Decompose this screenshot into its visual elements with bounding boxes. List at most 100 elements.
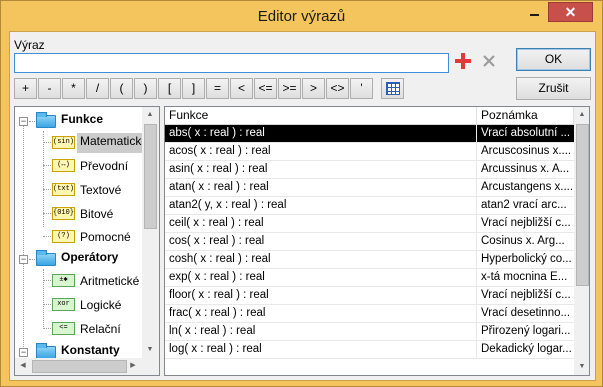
cancel-button[interactable]: Zrušit xyxy=(516,77,591,100)
collapse-toggle[interactable]: − xyxy=(19,255,28,264)
tree-item-logicke[interactable]: Logické xyxy=(80,298,121,318)
operator-button-lparen[interactable]: ( xyxy=(110,78,133,99)
scroll-down-icon[interactable]: ▼ xyxy=(574,359,589,375)
helper-function-icon: (?) xyxy=(52,230,75,243)
column-header-funkce[interactable]: Funkce xyxy=(165,107,477,125)
close-button[interactable]: ✕ xyxy=(548,2,593,22)
operator-button-less-equal[interactable]: <= xyxy=(254,78,277,99)
tree-vertical-scrollbar[interactable]: ▲ ▼ xyxy=(142,107,159,358)
operator-button-rbracket[interactable]: ] xyxy=(182,78,205,99)
scroll-thumb[interactable] xyxy=(32,360,127,373)
function-cell: abs( x : real ) : real xyxy=(165,125,477,143)
table-row[interactable]: frac( x : real ) : real Vrací desetinno.… xyxy=(165,305,574,323)
operator-button-equals[interactable]: = xyxy=(206,78,229,99)
note-cell: Arcustangens x.... xyxy=(481,181,574,193)
grid-icon xyxy=(386,82,400,95)
table-row[interactable]: atan( x : real ) : real Arcustangens x..… xyxy=(165,179,574,197)
tree-horizontal-scrollbar[interactable]: ◀ ▶ xyxy=(15,358,159,375)
note-cell: Arcuscosinus x.... xyxy=(481,145,572,157)
tree-item-matematicke[interactable]: Matematické xyxy=(77,133,152,153)
tree-item-aritmeticke[interactable]: Aritmetické xyxy=(80,274,139,294)
table-row[interactable]: exp( x : real ) : real x-tá mocnina E... xyxy=(165,269,574,287)
function-cell: cos( x : real ) : real xyxy=(165,233,477,251)
operator-button-divide[interactable]: / xyxy=(86,78,109,99)
scroll-left-icon[interactable]: ◀ xyxy=(15,358,31,374)
operator-button-plus[interactable]: + xyxy=(14,78,37,99)
column-header-poznamka[interactable]: Poznámka xyxy=(477,107,574,125)
function-cell: atan2( y, x : real ) : real xyxy=(165,197,477,215)
operator-button-less[interactable]: < xyxy=(230,78,253,99)
text-function-icon: (txt) xyxy=(52,183,75,196)
expression-label: Výraz xyxy=(14,38,45,52)
math-function-icon: (sin) xyxy=(52,136,75,149)
scroll-thumb[interactable] xyxy=(144,124,157,229)
table-vertical-scrollbar[interactable]: ▲ ▼ xyxy=(574,107,589,375)
table-view-button[interactable] xyxy=(381,78,404,99)
minimize-button[interactable] xyxy=(521,2,547,22)
operator-button-quote[interactable]: ' xyxy=(350,78,373,99)
operator-button-greater[interactable]: > xyxy=(302,78,325,99)
tree-category-operatory[interactable]: Operátory xyxy=(61,250,118,270)
function-cell: acos( x : real ) : real xyxy=(165,143,477,161)
function-cell: frac( x : real ) : real xyxy=(165,305,477,323)
note-cell: x-tá mocnina E... xyxy=(481,271,568,283)
table-row[interactable]: log( x : real ) : real Dekadický logar..… xyxy=(165,341,574,359)
note-cell: atan2 vrací arc... xyxy=(481,199,567,211)
note-cell: Vrací desetinno... xyxy=(481,307,571,319)
table-row[interactable]: cos( x : real ) : real Cosinus x. Arg... xyxy=(165,233,574,251)
table-row[interactable]: asin( x : real ) : real Arcussinus x. A.… xyxy=(165,161,574,179)
operator-button-lbracket[interactable]: [ xyxy=(158,78,181,99)
title-bar: Editor výrazů ✕ xyxy=(1,1,602,31)
note-cell: Dekadický logar... xyxy=(481,343,572,355)
function-cell: log( x : real ) : real xyxy=(165,341,477,359)
table-row[interactable]: ln( x : real ) : real Přirozený logari..… xyxy=(165,323,574,341)
scroll-up-icon[interactable]: ▲ xyxy=(574,107,589,123)
collapse-toggle[interactable]: − xyxy=(19,348,28,357)
tree-item-prevodni[interactable]: Převodní xyxy=(80,159,128,179)
table-row[interactable]: ceil( x : real ) : real Vrací nejbližší … xyxy=(165,215,574,233)
operator-button-rparen[interactable]: ) xyxy=(134,78,157,99)
function-cell: ceil( x : real ) : real xyxy=(165,215,477,233)
note-cell: Vrací absolutní ... xyxy=(481,127,571,139)
expression-input[interactable] xyxy=(14,53,449,73)
function-cell: exp( x : real ) : real xyxy=(165,269,477,287)
operator-button-multiply[interactable]: * xyxy=(62,78,85,99)
arithmetic-operator-icon: ±✱ xyxy=(52,274,75,287)
tree-item-bitove[interactable]: Bitové xyxy=(80,207,113,227)
table-row[interactable]: floor( x : real ) : real Vrací nejbližší… xyxy=(165,287,574,305)
tree-item-relacni[interactable]: Relační xyxy=(80,322,121,342)
table-row[interactable]: atan2( y, x : real ) : real atan2 vrací … xyxy=(165,197,574,215)
function-table[interactable]: Funkce Poznámka abs( x : real ) : real V… xyxy=(164,106,590,376)
close-icon: ✕ xyxy=(564,4,577,20)
operator-button-not-equal[interactable]: <> xyxy=(326,78,349,99)
collapse-toggle[interactable]: − xyxy=(19,117,28,126)
bit-function-icon: {010} xyxy=(52,207,75,220)
tree-category-funkce[interactable]: Funkce xyxy=(61,112,103,132)
scroll-right-icon[interactable]: ▶ xyxy=(125,358,141,374)
tree-item-textove[interactable]: Textové xyxy=(80,183,121,203)
editor-window: Editor výrazů ✕ Výraz OK Zrušit + - * / … xyxy=(0,0,603,387)
function-cell: asin( x : real ) : real xyxy=(165,161,477,179)
tree-item-pomocne[interactable]: Pomocné xyxy=(80,230,131,250)
scroll-up-icon[interactable]: ▲ xyxy=(142,107,158,123)
window-title: Editor výrazů xyxy=(257,8,346,25)
relational-operator-icon: <= xyxy=(52,322,75,335)
table-header: Funkce Poznámka xyxy=(165,107,574,125)
function-cell: atan( x : real ) : real xyxy=(165,179,477,197)
category-tree[interactable]: − Funkce (sin) Matematické (↔) Převodní … xyxy=(14,106,160,376)
scroll-thumb[interactable] xyxy=(576,124,589,286)
table-row[interactable]: abs( x : real ) : real Vrací absolutní .… xyxy=(165,125,574,143)
table-row[interactable]: cosh( x : real ) : real Hyperbolický co.… xyxy=(165,251,574,269)
logic-operator-icon: xor xyxy=(52,298,75,311)
clear-icon[interactable] xyxy=(480,52,498,70)
operator-button-greater-equal[interactable]: >= xyxy=(278,78,301,99)
add-icon[interactable] xyxy=(453,51,473,71)
table-row[interactable]: acos( x : real ) : real Arcuscosinus x..… xyxy=(165,143,574,161)
ok-button[interactable]: OK xyxy=(516,48,591,71)
scroll-down-icon[interactable]: ▼ xyxy=(142,342,158,358)
function-cell: floor( x : real ) : real xyxy=(165,287,477,305)
function-cell: cosh( x : real ) : real xyxy=(165,251,477,269)
operator-button-minus[interactable]: - xyxy=(38,78,61,99)
note-cell: Vrací nejbližší c... xyxy=(481,289,571,301)
note-cell: Přirozený logari... xyxy=(481,325,571,337)
